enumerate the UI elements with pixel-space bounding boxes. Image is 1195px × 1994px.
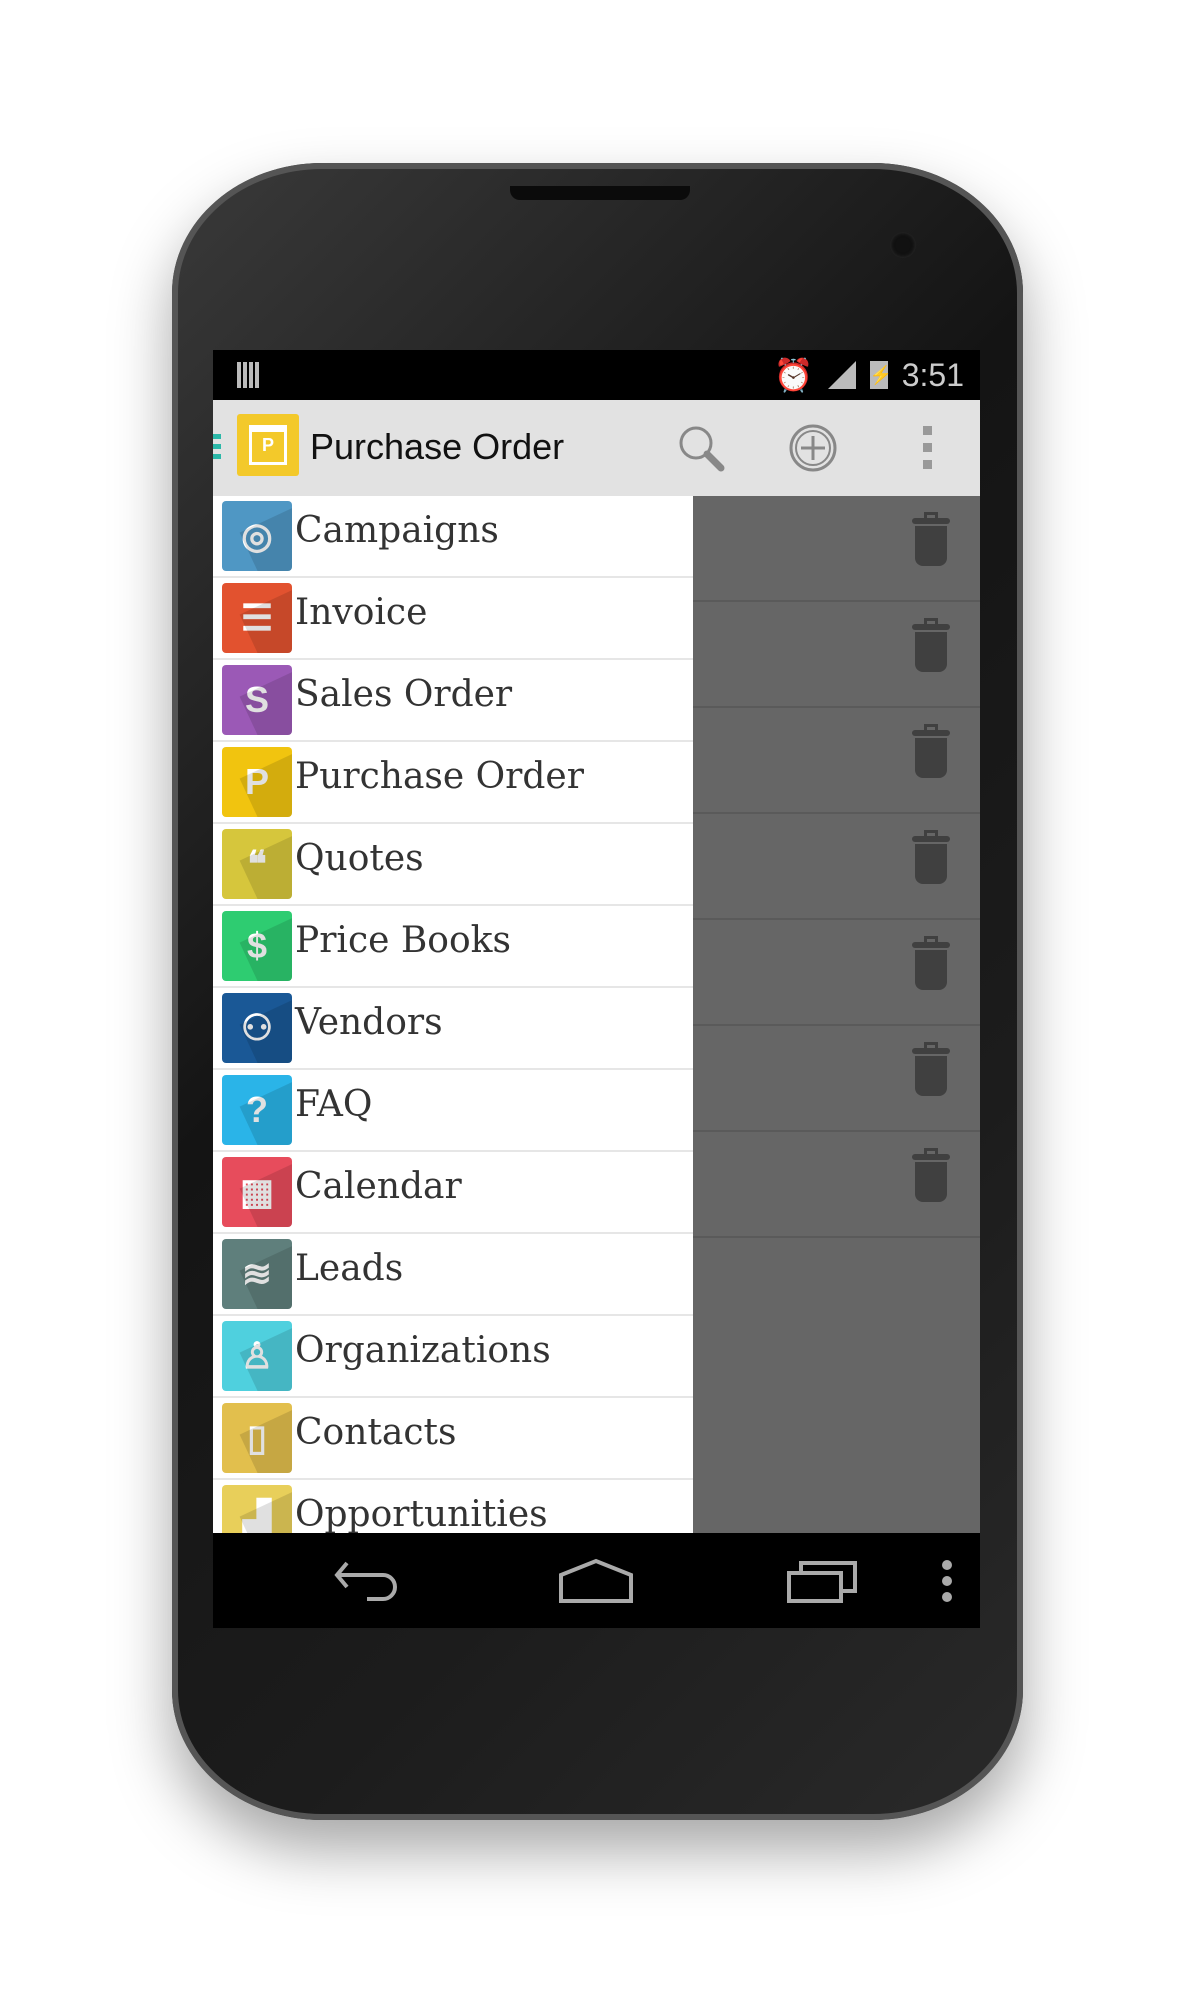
- trash-icon[interactable]: [912, 1042, 950, 1098]
- home-icon[interactable]: [559, 1557, 633, 1615]
- drawer-item-label: Contacts: [295, 1412, 457, 1453]
- drawer-item-label: Invoice: [295, 592, 428, 633]
- drawer-item-label: Price Books: [295, 920, 511, 961]
- drawer-item-sales-order[interactable]: S Sales Order: [213, 660, 693, 742]
- screen: ⏰ ⚡ 3:51 P Purchase Order ◎ Campaigns ☰ Inv…: [213, 350, 980, 1628]
- drawer-item-label: Leads: [295, 1248, 404, 1289]
- question-icon: ?: [222, 1075, 292, 1145]
- trash-icon[interactable]: [912, 830, 950, 886]
- drawer-item-label: Quotes: [295, 838, 424, 879]
- battery-charging-icon: ⚡: [869, 361, 892, 389]
- trash-icon[interactable]: [912, 724, 950, 780]
- drawer-item-label: FAQ: [295, 1084, 373, 1125]
- target-icon: ◎: [222, 501, 292, 571]
- overflow-menu-icon[interactable]: [901, 422, 953, 474]
- signal-icon: [827, 361, 856, 389]
- invoice-icon: ☰: [222, 583, 292, 653]
- organization-icon: ♙: [222, 1321, 292, 1391]
- drawer-indicator-icon[interactable]: [213, 434, 221, 460]
- drawer-item-label: Sales Order: [295, 674, 513, 715]
- speaker-grille: [510, 186, 690, 200]
- menu-icon[interactable]: [937, 1557, 957, 1615]
- contacts-icon: ▯: [222, 1403, 292, 1473]
- drawer-item-faq[interactable]: ? FAQ: [213, 1070, 693, 1152]
- sales-order-icon: S: [222, 665, 292, 735]
- trash-icon[interactable]: [912, 936, 950, 992]
- drawer-item-quotes[interactable]: ❝ Quotes: [213, 824, 693, 906]
- trash-icon[interactable]: [912, 618, 950, 674]
- quote-icon: ❝: [222, 829, 292, 899]
- navigation-drawer: ◎ Campaigns ☰ Invoice S Sales Order P Purchase …: [213, 496, 693, 1628]
- drawer-item-label: Purchase Order: [295, 756, 584, 797]
- drawer-item-price-books[interactable]: $ Price Books: [213, 906, 693, 988]
- vendor-icon: ⚇: [222, 993, 292, 1063]
- trash-icon[interactable]: [912, 512, 950, 568]
- back-icon[interactable]: [333, 1557, 403, 1615]
- search-icon[interactable]: [675, 422, 727, 474]
- alarm-icon: ⏰: [773, 357, 814, 393]
- drawer-item-organizations[interactable]: ♙ Organizations: [213, 1316, 693, 1398]
- drawer-item-vendors[interactable]: ⚇ Vendors: [213, 988, 693, 1070]
- drawer-item-contacts[interactable]: ▯ Contacts: [213, 1398, 693, 1480]
- price-book-icon: $: [222, 911, 292, 981]
- leads-icon: ≋: [222, 1239, 292, 1309]
- purchase-order-icon[interactable]: P: [237, 414, 299, 476]
- purchase-order-icon: P: [222, 747, 292, 817]
- drawer-item-label: Campaigns: [295, 510, 499, 551]
- page-title: Purchase Order: [310, 426, 565, 467]
- notification-bars-icon: [237, 362, 259, 388]
- drawer-item-label: Opportunities: [295, 1494, 548, 1535]
- drawer-item-calendar[interactable]: ▦ Calendar: [213, 1152, 693, 1234]
- drawer-item-leads[interactable]: ≋ Leads: [213, 1234, 693, 1316]
- trash-icon[interactable]: [912, 1148, 950, 1204]
- drawer-item-purchase-order[interactable]: P Purchase Order: [213, 742, 693, 824]
- add-circle-icon[interactable]: [787, 422, 839, 474]
- clock: 3:51: [901, 356, 964, 393]
- action-bar: P Purchase Order: [213, 400, 980, 498]
- navigation-bar: [213, 1533, 980, 1628]
- front-camera: [890, 232, 916, 258]
- status-bar: ⏰ ⚡ 3:51: [213, 350, 980, 400]
- content-area: ◎ Campaigns ☰ Invoice S Sales Order P Purchase …: [213, 496, 980, 1628]
- recents-icon[interactable]: [787, 1557, 859, 1615]
- drawer-item-label: Organizations: [295, 1330, 551, 1371]
- drawer-item-label: Calendar: [295, 1166, 462, 1207]
- drawer-item-invoice[interactable]: ☰ Invoice: [213, 578, 693, 660]
- drawer-item-label: Vendors: [295, 1002, 443, 1043]
- drawer-item-campaigns[interactable]: ◎ Campaigns: [213, 496, 693, 578]
- calendar-icon: ▦: [222, 1157, 292, 1227]
